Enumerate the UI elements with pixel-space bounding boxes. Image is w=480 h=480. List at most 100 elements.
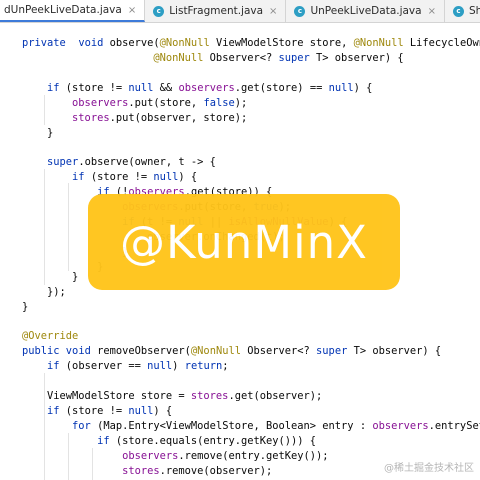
tab-3[interactable]: cSharedViewModel.j× bbox=[445, 0, 480, 22]
close-icon[interactable]: × bbox=[269, 6, 277, 17]
code-token: ) { bbox=[153, 405, 173, 417]
code-line: public void removeObserver(@NonNull Obse… bbox=[22, 344, 441, 359]
code-token: ViewModelStore store = bbox=[22, 390, 191, 402]
code-token: (store != bbox=[59, 82, 129, 94]
code-token: Observer<? bbox=[203, 52, 279, 64]
code-token: ) bbox=[172, 360, 185, 372]
code-line: private void observe(@NonNull ViewModelS… bbox=[22, 36, 480, 51]
code-token: stores bbox=[72, 112, 110, 124]
code-line: ViewModelStore store = stores.get(observ… bbox=[22, 389, 322, 404]
code-line: if (store.equals(entry.getKey())) { bbox=[22, 434, 316, 449]
code-token: .remove(observer); bbox=[159, 465, 273, 477]
tab-label: ListFragment.java bbox=[169, 5, 264, 17]
code-token: T> observer) { bbox=[309, 52, 404, 64]
code-token: null bbox=[128, 405, 154, 417]
code-line: stores.put(observer, store); bbox=[22, 111, 247, 126]
code-token: @NonNull bbox=[190, 345, 241, 357]
close-icon[interactable]: × bbox=[128, 5, 136, 16]
code-token: .get(observer); bbox=[228, 390, 323, 402]
code-token: T> observer) { bbox=[347, 345, 442, 357]
close-icon[interactable]: × bbox=[428, 6, 436, 17]
code-line: }); bbox=[22, 285, 66, 300]
code-token: ; bbox=[222, 360, 229, 372]
tab-label: UnPeekLiveData.java bbox=[310, 5, 422, 17]
tab-0[interactable]: dUnPeekLiveData.java × bbox=[0, 0, 146, 22]
code-token: false bbox=[203, 97, 235, 109]
code-token: } bbox=[22, 301, 29, 313]
code-token: } bbox=[22, 271, 79, 283]
tab-1[interactable]: c ListFragment.java × bbox=[145, 0, 287, 22]
code-token: stores bbox=[122, 465, 160, 477]
code-token: ViewModelStore store, bbox=[209, 37, 354, 49]
code-token: observers bbox=[122, 450, 179, 462]
code-token: .put(store, bbox=[128, 97, 204, 109]
code-line: } bbox=[22, 270, 78, 285]
code-token: @NonNull bbox=[153, 52, 204, 64]
c-icon: c bbox=[294, 5, 306, 17]
watermark-banner: @KunMinX bbox=[88, 194, 400, 290]
code-token: (Map.Entry<ViewModelStore, Boolean> entr… bbox=[90, 420, 373, 432]
code-token: Observer<? bbox=[240, 345, 317, 357]
code-token: super bbox=[278, 52, 310, 64]
code-token: if bbox=[47, 82, 60, 94]
code-token: @NonNull bbox=[159, 37, 210, 49]
code-line: } bbox=[22, 300, 28, 315]
code-line: if (store != null && observers.get(store… bbox=[22, 81, 372, 96]
code-token: && bbox=[153, 82, 179, 94]
code-token: for bbox=[72, 420, 91, 432]
code-token: stores bbox=[190, 390, 229, 402]
code-line: @NonNull Observer<? super T> observer) { bbox=[22, 51, 404, 66]
code-line: for (Map.Entry<ViewModelStore, Boolean> … bbox=[22, 419, 480, 434]
code-token: .remove(entry.getKey()); bbox=[178, 450, 329, 462]
code-token: observe( bbox=[103, 37, 160, 49]
watermark-text: @KunMinX bbox=[120, 215, 368, 269]
code-token: } bbox=[22, 127, 54, 139]
code-line: stores.remove(observer); bbox=[22, 464, 272, 479]
code-line: } bbox=[22, 126, 53, 141]
code-token: .get(store) == bbox=[234, 82, 329, 94]
code-line: if (store != null) { bbox=[22, 170, 197, 185]
code-token: .put(observer, store); bbox=[109, 112, 248, 124]
code-token: removeObserver( bbox=[90, 345, 191, 357]
code-token: null bbox=[128, 82, 154, 94]
code-token: .observe(owner, t -> { bbox=[78, 156, 216, 168]
code-line: @Override bbox=[22, 329, 78, 344]
c-icon: c bbox=[153, 5, 165, 17]
code-line: if (store != null) { bbox=[22, 404, 172, 419]
code-token: void bbox=[78, 37, 104, 49]
c-icon: c bbox=[452, 5, 464, 17]
code-line: observers.remove(entry.getKey()); bbox=[22, 449, 329, 464]
code-line: if (observer == null) return; bbox=[22, 359, 229, 374]
code-token: (store != bbox=[84, 171, 154, 183]
code-token: observers bbox=[178, 82, 235, 94]
code-token: if bbox=[47, 360, 60, 372]
code-token: ); bbox=[234, 97, 248, 109]
code-token: .entrySet()) { bbox=[428, 420, 480, 432]
code-token: if bbox=[72, 171, 85, 183]
code-line: observers.put(store, false); bbox=[22, 96, 247, 111]
code-token: private bbox=[22, 37, 66, 49]
code-token: super bbox=[47, 156, 79, 168]
code-token: null bbox=[153, 171, 179, 183]
code-token: }); bbox=[22, 286, 66, 298]
editor-tab-bar: dUnPeekLiveData.java × c ListFragment.java ×… bbox=[0, 0, 480, 23]
code-token: ) { bbox=[353, 82, 373, 94]
tab-2[interactable]: c UnPeekLiveData.java × bbox=[286, 0, 445, 22]
code-token: if bbox=[47, 405, 60, 417]
tab-label: SharedViewModel.j bbox=[468, 5, 480, 17]
code-token: (store != bbox=[59, 405, 129, 417]
tab-label: dUnPeekLiveData.java bbox=[4, 4, 122, 16]
